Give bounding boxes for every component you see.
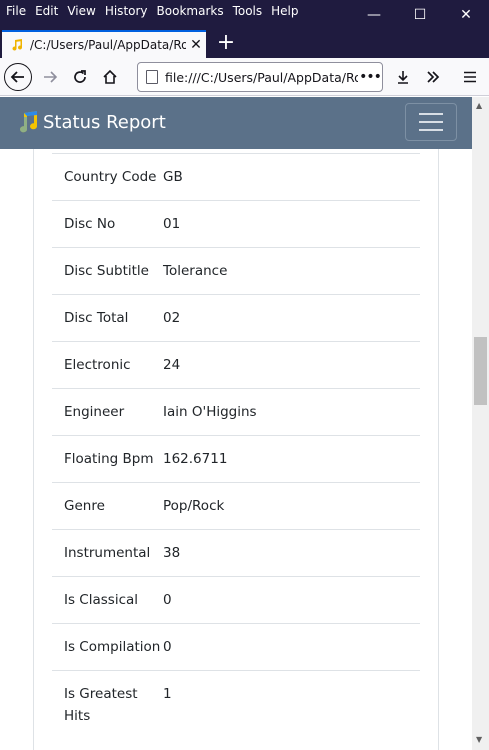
row-value: 1 — [163, 686, 172, 702]
row-value: 02 — [163, 310, 181, 326]
window-controls: — ☐ ✕ — [351, 0, 489, 30]
tab-strip: /C:/Users/Paul/AppData/Roam ✕ + — [0, 30, 489, 58]
new-tab-button[interactable]: + — [214, 32, 238, 56]
table-row: Is Greatest Hits 1 — [52, 670, 420, 739]
row-key: Country Code — [64, 169, 157, 185]
row-key: Electronic — [64, 357, 131, 373]
forward-button[interactable] — [37, 64, 63, 90]
menu-help[interactable]: Help — [271, 4, 298, 18]
reload-icon — [74, 70, 86, 83]
row-key: Floating Bpm — [64, 451, 154, 467]
table-row: Floating Bpm 162.6711 — [52, 435, 420, 482]
table-row: Genre Pop/Rock — [52, 482, 420, 529]
downloads-button[interactable] — [390, 64, 416, 90]
minimize-button[interactable]: — — [351, 0, 397, 30]
row-value: Tolerance — [163, 263, 228, 279]
toggler-bar — [419, 113, 443, 115]
brand-title: Status Report — [43, 111, 166, 133]
table-row: Engineer Iain O'Higgins — [52, 388, 420, 435]
menu-history[interactable]: History — [105, 4, 148, 18]
navbar-toggle-button[interactable] — [405, 103, 457, 141]
forward-arrow-icon — [44, 71, 58, 83]
close-window-button[interactable]: ✕ — [443, 0, 489, 30]
overflow-button[interactable] — [420, 64, 446, 90]
row-key: Genre — [64, 498, 105, 514]
back-arrow-icon — [10, 71, 24, 83]
home-button[interactable] — [97, 64, 123, 90]
brand[interactable]: Status Report — [15, 109, 166, 135]
home-icon — [103, 69, 117, 84]
app-menu-button[interactable] — [457, 64, 483, 90]
back-button[interactable] — [4, 63, 32, 91]
menu-tools[interactable]: Tools — [233, 4, 263, 18]
row-value: 24 — [163, 357, 181, 373]
row-value: 162.6711 — [163, 451, 228, 467]
toggler-bar — [419, 121, 443, 123]
app-navbar: Status Report — [0, 97, 472, 149]
row-key: Is Classical — [64, 592, 139, 608]
scroll-down-arrow-icon[interactable]: ▼ — [476, 735, 482, 744]
row-key: Instrumental — [64, 545, 151, 561]
row-value: GB — [163, 169, 183, 185]
row-key: Is Greatest Hits — [64, 686, 138, 724]
table-row: Electronic 24 — [52, 341, 420, 388]
scroll-up-arrow-icon[interactable]: ▲ — [476, 101, 482, 110]
menu-edit[interactable]: Edit — [35, 4, 58, 18]
page-actions-button[interactable]: ••• — [358, 69, 382, 85]
row-value: 38 — [163, 545, 181, 561]
row-value: 0 — [163, 592, 172, 608]
menu-bar: File Edit View History Bookmarks Tools H… — [0, 0, 308, 22]
url-bar[interactable]: file:///C:/Users/Paul/AppData/Roa ••• — [137, 62, 383, 92]
table-row: Is Compilation 0 — [52, 623, 420, 670]
row-value: 0 — [163, 639, 172, 655]
table-row: Disc Subtitle Tolerance — [52, 247, 420, 294]
row-key: Disc Subtitle — [64, 263, 149, 279]
scrollbar-thumb[interactable] — [474, 337, 487, 405]
tab-title: /C:/Users/Paul/AppData/Roam — [30, 38, 186, 52]
reload-button[interactable] — [67, 64, 93, 90]
row-value: Pop/Rock — [163, 498, 225, 514]
music-note-icon — [12, 39, 23, 51]
maximize-button[interactable]: ☐ — [397, 0, 443, 30]
browser-tab[interactable]: /C:/Users/Paul/AppData/Roam ✕ — [2, 30, 206, 58]
page-icon — [146, 70, 158, 84]
menu-view[interactable]: View — [67, 4, 95, 18]
row-value: Iain O'Higgins — [163, 404, 257, 420]
menu-file[interactable]: File — [6, 4, 26, 18]
hamburger-menu-icon — [464, 71, 476, 83]
download-icon — [398, 71, 408, 84]
table-row: Instrumental 38 — [52, 529, 420, 576]
table-row: Disc Total 02 — [52, 294, 420, 341]
row-key: Is Compilation — [64, 639, 161, 655]
row-value: 01 — [163, 216, 181, 232]
table-row: Is Classical 0 — [52, 576, 420, 623]
window-titlebar: File Edit View History Bookmarks Tools H… — [0, 0, 489, 30]
music-note-icon — [20, 111, 38, 133]
navigation-toolbar: file:///C:/Users/Paul/AppData/Roa ••• — [0, 58, 489, 96]
menu-bookmarks[interactable]: Bookmarks — [157, 4, 224, 18]
row-key: Disc No — [64, 216, 116, 232]
vertical-scrollbar[interactable]: ▲ ▼ — [472, 97, 489, 750]
row-key: Engineer — [64, 404, 125, 420]
content-container: Country Code GB Disc No 01 Disc Subtitle Tole… — [33, 149, 439, 750]
metadata-table: Country Code GB Disc No 01 Disc Subtitle Tole… — [52, 153, 420, 739]
table-row: Country Code GB — [52, 153, 420, 200]
url-text: file:///C:/Users/Paul/AppData/Roa — [165, 69, 358, 85]
page-viewport: Status Report Country Code GB Disc No 01 Dis… — [0, 97, 472, 750]
row-key: Disc Total — [64, 310, 129, 326]
table-row: Disc No 01 — [52, 200, 420, 247]
overflow-chevrons-icon — [427, 71, 440, 83]
tab-close-button[interactable]: ✕ — [186, 37, 206, 53]
toggler-bar — [419, 129, 443, 131]
